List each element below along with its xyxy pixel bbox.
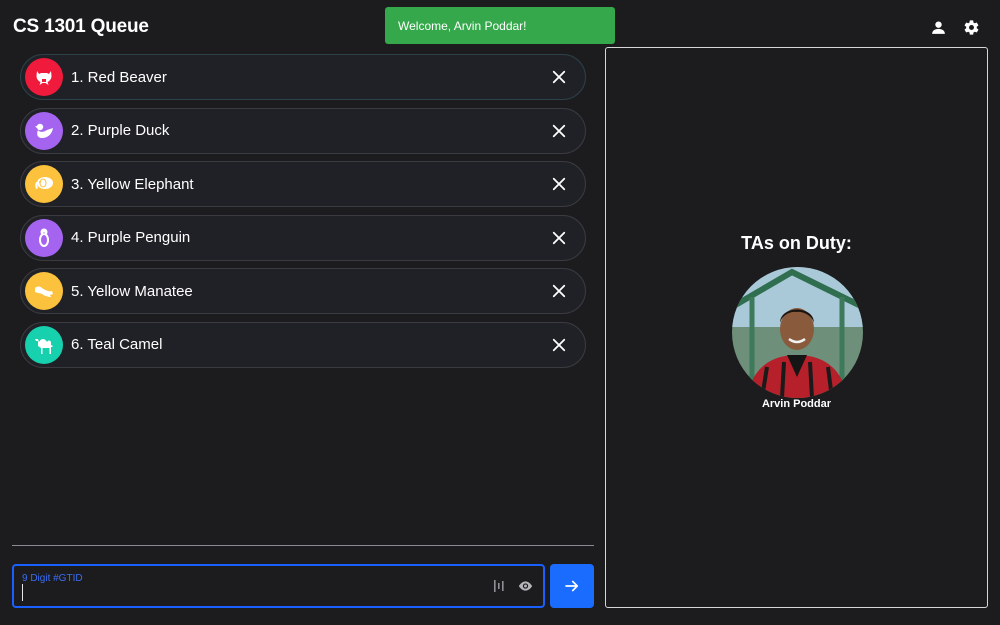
beaver-icon — [36, 71, 52, 85]
remove-button[interactable] — [550, 122, 568, 140]
toast-message: Welcome, Arvin Poddar! — [398, 19, 527, 33]
remove-button[interactable] — [550, 175, 568, 193]
queue-item-label: 2. Purple Duck — [71, 122, 170, 139]
arrow-right-icon — [565, 580, 579, 592]
queue-item: 1. Red Beaver — [20, 54, 586, 100]
eye-icon[interactable] — [516, 578, 535, 594]
queue-item: 3. Yellow Elephant — [20, 161, 586, 207]
submit-button[interactable] — [550, 564, 594, 608]
manatee-icon — [35, 286, 53, 297]
remove-button[interactable] — [550, 68, 568, 86]
user-icon[interactable] — [930, 19, 947, 36]
gear-icon[interactable] — [963, 19, 980, 36]
queue-item-label: 5. Yellow Manatee — [71, 282, 193, 300]
queue-item: 6. Teal Camel — [20, 321, 586, 368]
queue-item-label: 4. Purple Penguin — [71, 229, 191, 246]
beaver-avatar — [25, 58, 63, 96]
text-caret — [22, 584, 23, 601]
welcome-toast: Welcome, Arvin Poddar! — [385, 7, 615, 44]
remove-button[interactable] — [550, 282, 568, 300]
header-actions — [930, 19, 980, 36]
queue-list: 1. Red Beaver 2. Purple Duck 3. Yellow E… — [20, 54, 586, 375]
ta-avatar — [732, 267, 863, 398]
ta-panel: TAs on Duty: Arvin Poddar — [605, 47, 988, 608]
camel-avatar — [25, 325, 63, 364]
gtid-field-label: 9 Digit #GTID — [22, 573, 83, 584]
divider — [12, 545, 594, 546]
page-title: CS 1301 Queue — [13, 16, 149, 37]
queue-item: 5. Yellow Manatee — [20, 268, 586, 314]
elephant-icon — [35, 177, 53, 189]
gtid-field[interactable]: 9 Digit #GTID — [12, 564, 545, 608]
penguin-avatar — [25, 218, 63, 257]
queue-item-label: 6. Teal Camel — [71, 336, 163, 353]
ta-panel-title: TAs on Duty: — [741, 233, 852, 253]
duck-icon — [35, 123, 53, 138]
queue-item-label: 3. Yellow Elephant — [71, 175, 194, 193]
elephant-avatar — [25, 165, 63, 203]
gtid-input[interactable] — [24, 584, 484, 602]
duck-avatar — [25, 111, 63, 150]
manatee-avatar — [25, 272, 63, 310]
queue-item: 4. Purple Penguin — [20, 214, 586, 261]
barcode-icon[interactable] — [493, 579, 505, 593]
camel-icon — [35, 338, 53, 354]
remove-button[interactable] — [550, 336, 568, 354]
queue-item: 2. Purple Duck — [20, 107, 586, 154]
queue-item-label: 1. Red Beaver — [71, 68, 167, 86]
penguin-icon — [39, 228, 49, 247]
remove-button[interactable] — [550, 229, 568, 247]
ta-name: Arvin Poddar — [761, 398, 832, 410]
